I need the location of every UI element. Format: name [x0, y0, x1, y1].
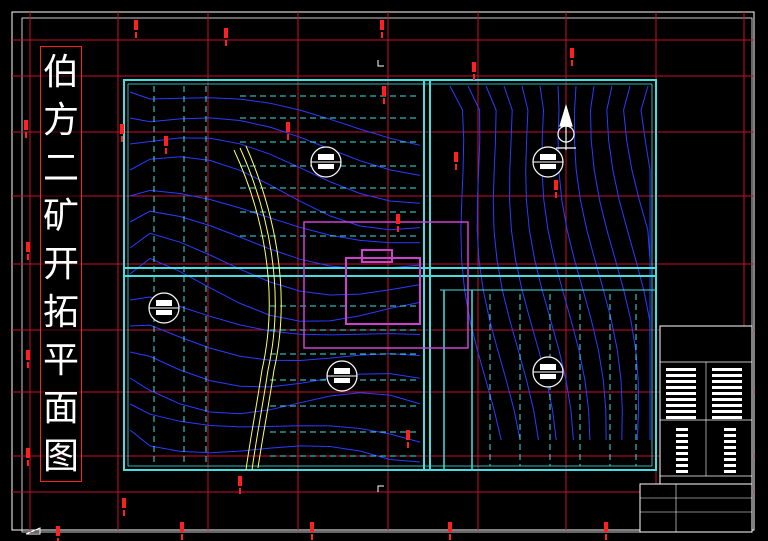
- contour-left-2: [129, 117, 421, 176]
- elevation-marker-8: [164, 136, 168, 154]
- title-char-2: 方: [42, 100, 79, 141]
- contour-right-7: [557, 85, 607, 441]
- title-char-3: 二: [42, 148, 79, 189]
- drawing-title: 伯 方 二 矿 开 拓 平 面 图: [40, 46, 82, 482]
- borehole-3: [148, 292, 180, 324]
- elevation-marker-4: [570, 48, 574, 66]
- elevation-marker-24: [56, 526, 60, 541]
- elevation-marker-2: [224, 28, 228, 46]
- contour-left-13: [129, 403, 421, 443]
- contour-right-8: [573, 85, 623, 441]
- borehole-5: [532, 356, 564, 388]
- contour-right-2: [467, 85, 521, 441]
- fault-line-1: [233, 149, 270, 471]
- elevation-marker-22: [122, 498, 126, 516]
- borehole-1: [310, 146, 342, 178]
- contour-right-9: [589, 85, 640, 441]
- contour-left-1: [129, 91, 421, 146]
- mine-plan-drawing: [11, 11, 755, 541]
- title-char-1: 伯: [42, 52, 79, 93]
- borehole-2: [532, 146, 564, 178]
- elevation-marker-15: [26, 242, 30, 260]
- contour-right-12: [640, 85, 651, 440]
- elevation-marker-10: [554, 180, 558, 198]
- elevation-marker-3: [380, 20, 384, 38]
- contour-right-3: [485, 85, 539, 441]
- elevation-marker-19: [310, 522, 314, 540]
- title-char-4: 矿: [42, 196, 79, 237]
- contour-right-10: [606, 85, 651, 440]
- elevation-marker-16: [26, 350, 30, 368]
- contour-left-3: [129, 137, 421, 204]
- elevation-marker-7: [286, 122, 290, 140]
- elevation-marker-6: [382, 86, 386, 104]
- contour-left-11: [129, 351, 421, 388]
- elevation-marker-12: [406, 430, 410, 448]
- elevation-marker-5: [472, 62, 476, 80]
- elevation-marker-9: [454, 152, 458, 170]
- elevation-marker-18: [180, 522, 184, 540]
- contour-left-14: [129, 429, 421, 463]
- title-char-9: 图: [42, 436, 79, 477]
- elevation-marker-17: [26, 448, 30, 466]
- contour-left-12: [129, 377, 421, 415]
- elevation-marker-21: [604, 522, 608, 540]
- title-char-6: 拓: [42, 292, 79, 333]
- fault-zone: [233, 145, 282, 471]
- cad-drawing-canvas: 伯 方 二 矿 开 拓 平 面 图: [0, 0, 768, 541]
- borehole-4: [326, 360, 358, 392]
- elevation-marker-20: [448, 522, 452, 540]
- title-char-7: 平: [42, 340, 79, 381]
- elevation-marker-1: [134, 20, 138, 38]
- title-char-8: 面: [42, 388, 79, 429]
- contour-right-1: [449, 85, 502, 441]
- contour-left-5: [129, 189, 421, 244]
- elevation-marker-23: [238, 476, 242, 494]
- title-char-5: 开: [42, 244, 79, 285]
- elevation-marker-14: [24, 120, 28, 138]
